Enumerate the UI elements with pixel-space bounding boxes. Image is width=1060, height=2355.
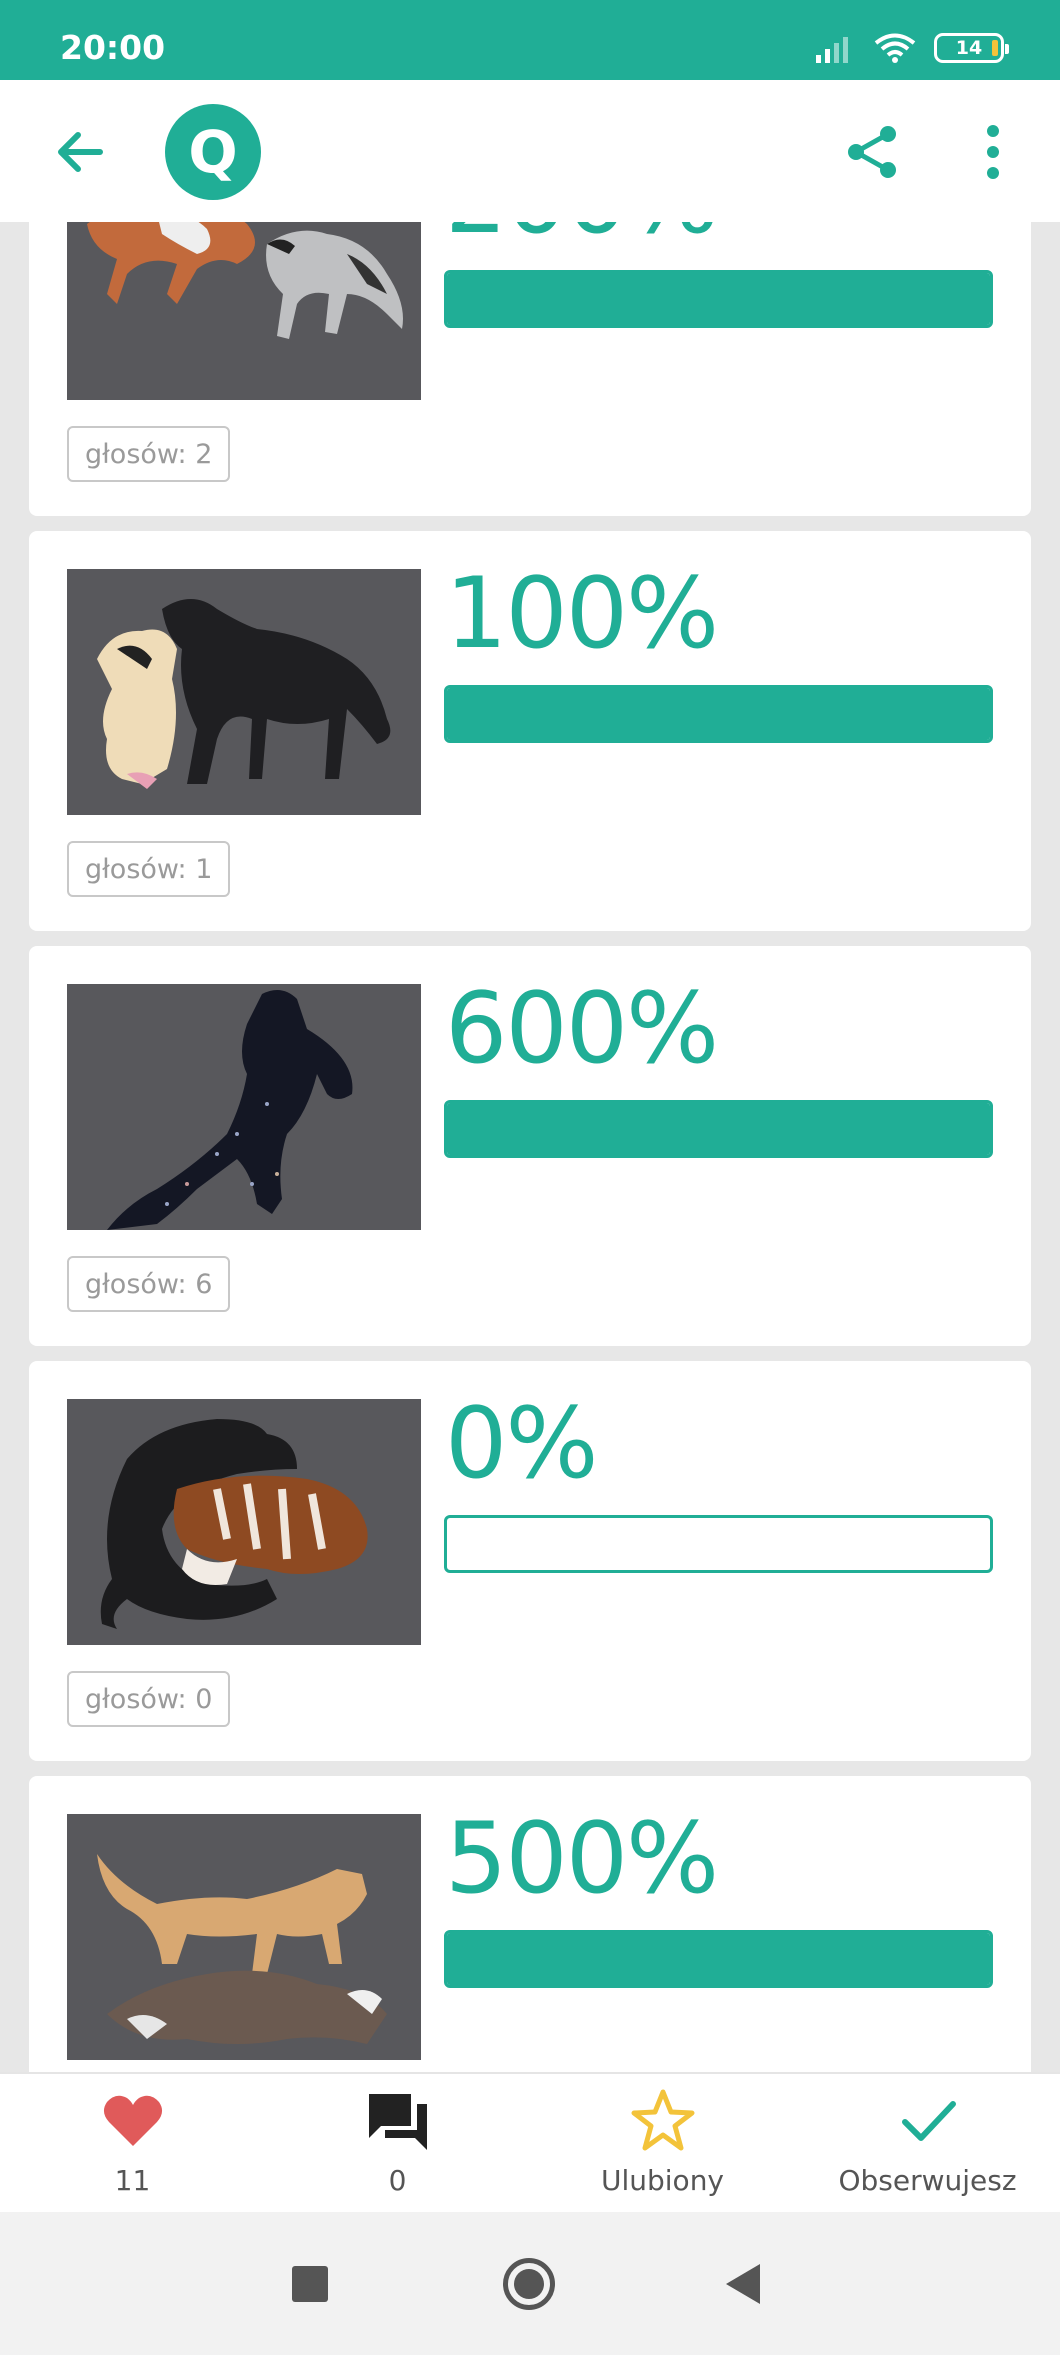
- battery-level: 14: [955, 37, 983, 59]
- answer-image: [67, 984, 421, 1230]
- signal-icon: [816, 37, 848, 63]
- result-progress-fill: [447, 1103, 990, 1155]
- result-progress-fill: [447, 1933, 990, 1985]
- votes-badge: głosów: 1: [67, 841, 231, 897]
- favorite-button[interactable]: Ulubiony: [530, 2074, 795, 2212]
- result-percent: 500%: [445, 1802, 719, 1916]
- result-progress-fill: [447, 688, 990, 740]
- logo-letter: Q: [188, 118, 238, 186]
- app-bar: Q: [0, 80, 1060, 222]
- like-count: 11: [114, 2164, 151, 2197]
- poll-results-list[interactable]: 200% głosów: 2 100% głosów: 1: [0, 222, 1060, 2072]
- check-icon: [901, 2101, 956, 2141]
- result-percent: 600%: [445, 972, 719, 1086]
- votes-badge: głosów: 2: [67, 426, 231, 482]
- bottom-action-bar: 11 0 Ulubiony Obserwujesz: [0, 2072, 1060, 2212]
- comments-button[interactable]: 0: [265, 2074, 530, 2212]
- like-button[interactable]: 11: [0, 2074, 265, 2212]
- result-progress-bar: [444, 685, 993, 743]
- answer-image: [67, 1814, 421, 2060]
- system-back-button[interactable]: [726, 2264, 760, 2304]
- follow-button[interactable]: Obserwujesz: [795, 2074, 1060, 2212]
- result-card[interactable]: 0% głosów: 0: [29, 1361, 1031, 1761]
- status-icons: 14: [816, 32, 1009, 64]
- system-nav-bar: [0, 2212, 1060, 2355]
- follow-label: Obserwujesz: [838, 2164, 1017, 2197]
- answer-image: [67, 1399, 421, 1645]
- app-logo[interactable]: Q: [165, 104, 261, 200]
- result-progress-bar: [444, 270, 993, 328]
- share-icon[interactable]: [842, 122, 902, 182]
- result-percent: 0%: [445, 1387, 598, 1501]
- result-card[interactable]: 200% głosów: 2: [29, 222, 1031, 516]
- comments-icon: [368, 2094, 427, 2150]
- votes-badge: głosów: 6: [67, 1256, 231, 1312]
- result-progress-fill: [447, 273, 990, 325]
- answer-image: [67, 569, 421, 815]
- result-card[interactable]: 600% głosów: 6: [29, 946, 1031, 1346]
- votes-badge: głosów: 0: [67, 1671, 231, 1727]
- star-icon: [631, 2089, 694, 2151]
- result-progress-bar: [444, 1515, 993, 1573]
- battery-icon: 14: [934, 33, 1009, 63]
- result-percent: 100%: [445, 557, 719, 671]
- favorite-label: Ulubiony: [600, 2164, 725, 2197]
- status-bar: 20:00 14: [0, 0, 1060, 80]
- result-card[interactable]: 500%: [29, 1776, 1031, 2072]
- battery-fill: [992, 40, 998, 56]
- heart-icon: [103, 2095, 162, 2146]
- back-arrow-icon[interactable]: [50, 122, 110, 182]
- home-button[interactable]: [503, 2258, 555, 2310]
- result-progress-bar: [444, 1100, 993, 1158]
- wifi-icon: [874, 33, 916, 63]
- result-card[interactable]: 100% głosów: 1: [29, 531, 1031, 931]
- status-time: 20:00: [60, 28, 166, 67]
- recents-button[interactable]: [292, 2266, 328, 2302]
- result-progress-bar: [444, 1930, 993, 1988]
- comment-count: 0: [388, 2164, 407, 2197]
- result-percent: 200%: [445, 222, 719, 248]
- more-vert-icon[interactable]: [968, 122, 1018, 182]
- answer-image: [67, 222, 421, 400]
